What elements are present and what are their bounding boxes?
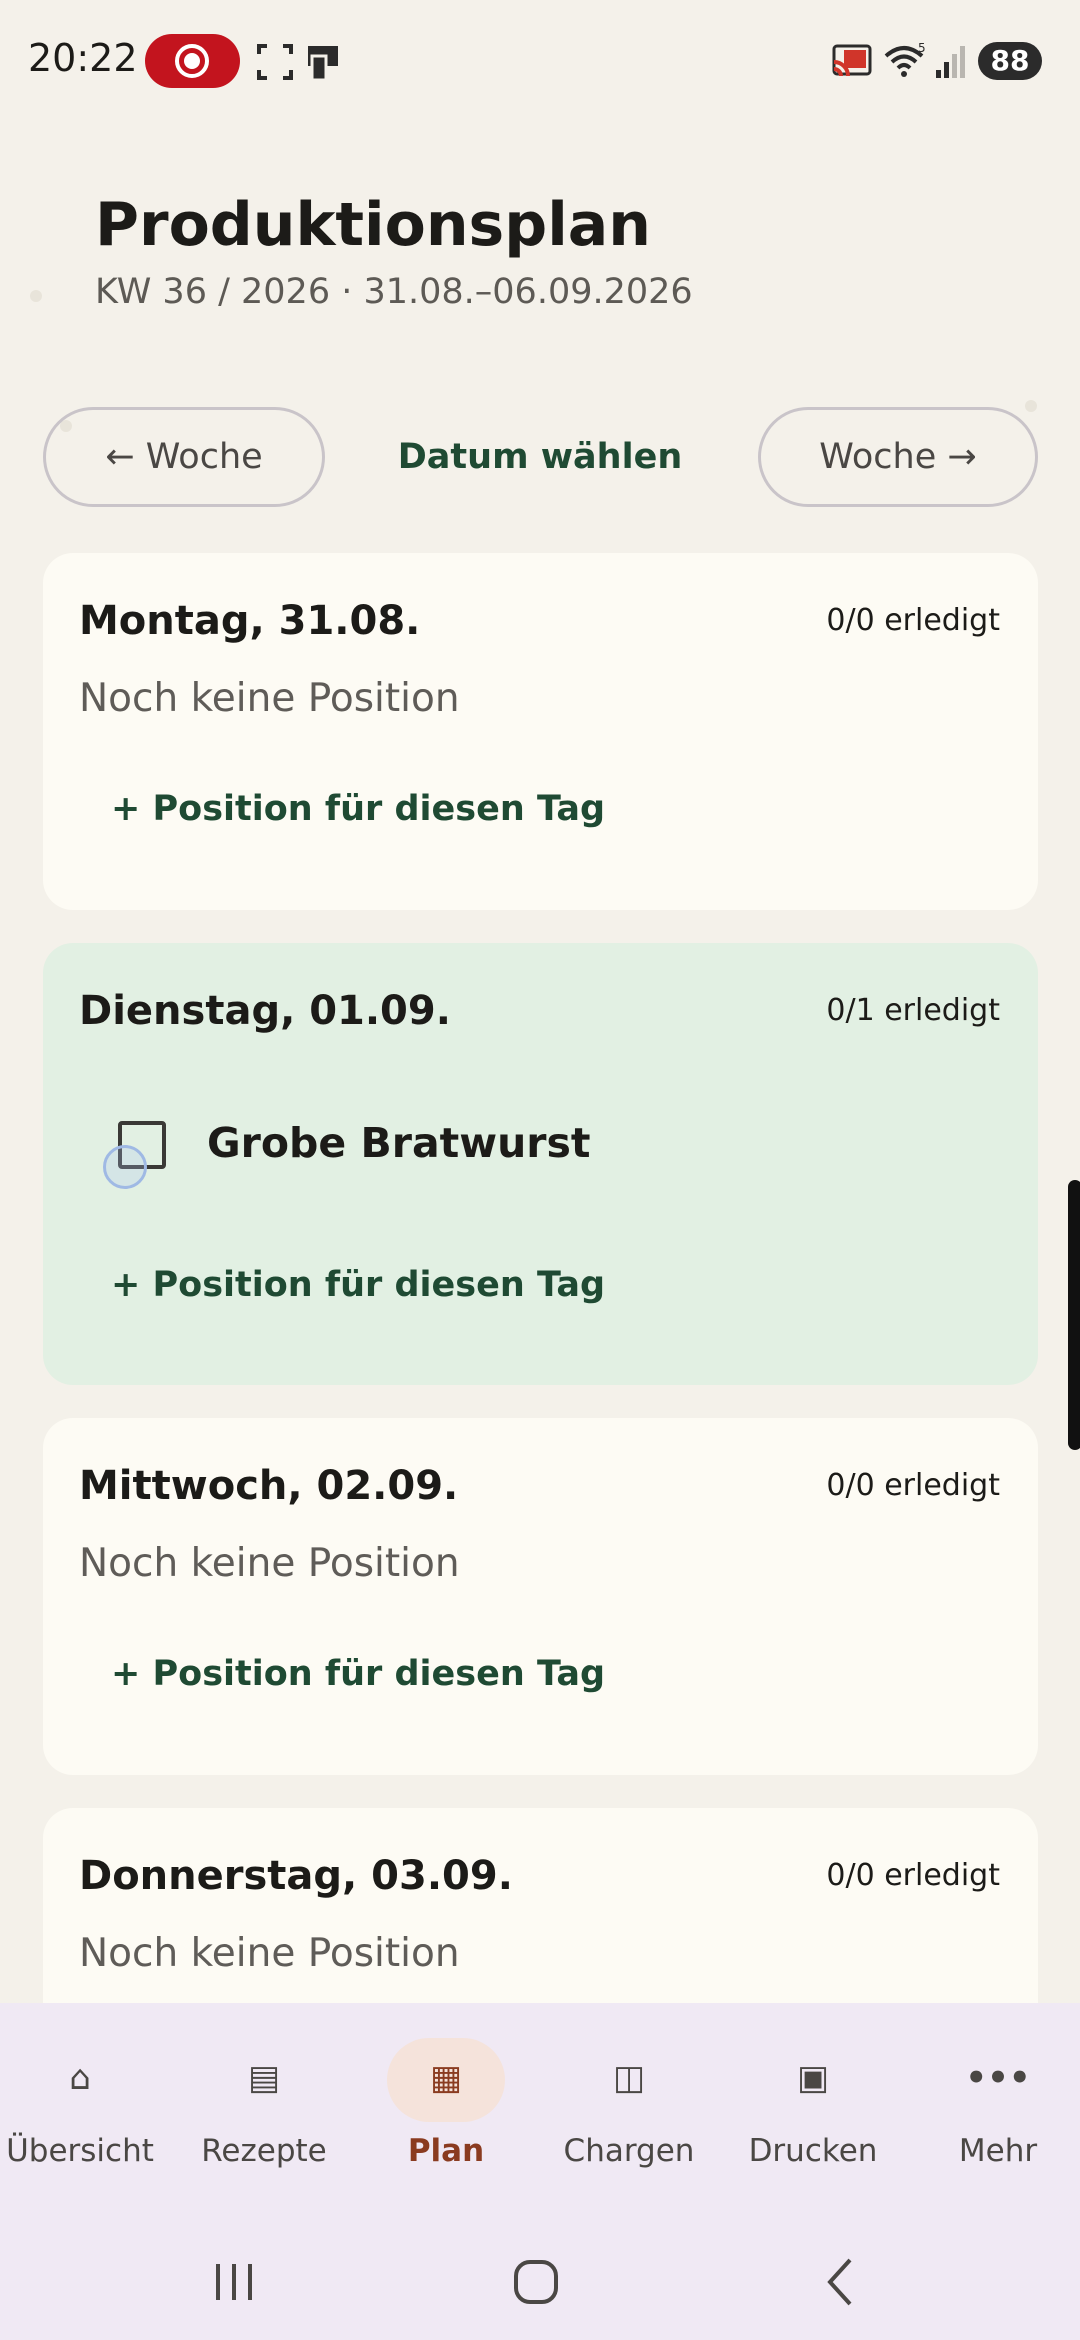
touch-indicator [103, 1145, 147, 1189]
wifi-icon: 5 [884, 42, 926, 77]
system-navigation-bar [0, 2220, 1080, 2340]
day-progress-count: 0/1 erledigt [826, 993, 1000, 1028]
nav-label: Übersicht [6, 2133, 154, 2169]
device-icon [308, 46, 338, 82]
page-subtitle: KW 36 / 2026 · 31.08.–06.09.2026 [95, 272, 693, 312]
day-progress-count: 0/0 erledigt [826, 1858, 1000, 1893]
more-icon: ••• [965, 2058, 1031, 2098]
add-position-button[interactable]: + Position für diesen Tag [111, 789, 605, 829]
add-position-button[interactable]: + Position für diesen Tag [111, 1654, 605, 1694]
edge-panel-handle[interactable] [1068, 1180, 1080, 1450]
day-title: Montag, 31.08. [79, 598, 421, 644]
recent-apps-icon[interactable] [210, 2250, 260, 2310]
nav-label: Plan [407, 2133, 485, 2169]
day-card: Mittwoch, 02.09. 0/0 erledigt Noch keine… [43, 1418, 1038, 1775]
calendar-grid-icon: ▦ [429, 2058, 463, 2098]
position-item[interactable]: Grobe Bratwurst [73, 1103, 773, 1189]
nav-label: Drucken [748, 2133, 878, 2169]
nav-item-plan[interactable]: ▦ Plan [354, 2038, 538, 2169]
pick-date-button[interactable]: Datum wählen [380, 407, 700, 507]
nav-item-more[interactable]: ••• Mehr [906, 2038, 1080, 2169]
day-title: Mittwoch, 02.09. [79, 1463, 459, 1509]
print-icon: ▣ [796, 2058, 830, 2098]
next-week-button[interactable]: Woche → [758, 407, 1038, 507]
signal-icon [936, 46, 965, 78]
day-title: Dienstag, 01.09. [79, 988, 451, 1034]
screen-record-icon[interactable] [145, 34, 240, 88]
svg-text:5: 5 [918, 42, 926, 55]
nav-item-overview[interactable]: ⌂ Übersicht [0, 2038, 172, 2169]
home-icon: ⌂ [69, 2058, 91, 2098]
nav-item-print[interactable]: ▣ Drucken [721, 2038, 905, 2169]
nav-item-recipes[interactable]: ▤ Rezepte [172, 2038, 356, 2169]
back-icon[interactable] [820, 2250, 860, 2310]
home-button-icon[interactable] [510, 2250, 564, 2310]
status-time: 20:22 [28, 36, 138, 80]
battery-icon: 88 [978, 42, 1042, 80]
day-progress-count: 0/0 erledigt [826, 1468, 1000, 1503]
nav-label: Mehr [958, 2133, 1038, 2169]
cast-icon [832, 44, 872, 77]
day-title: Donnerstag, 03.09. [79, 1853, 513, 1899]
status-bar: 20:22 5 88 [0, 0, 1080, 120]
day-card: Montag, 31.08. 0/0 erledigt Noch keine P… [43, 553, 1038, 910]
screenshot-frame-icon [257, 44, 293, 80]
nav-label: Rezepte [201, 2133, 327, 2169]
position-name: Grobe Bratwurst [207, 1119, 591, 1167]
day-progress-count: 0/0 erledigt [826, 603, 1000, 638]
add-position-button[interactable]: + Position für diesen Tag [111, 1265, 605, 1305]
empty-day-text: Noch keine Position [79, 1931, 460, 1976]
decor-dot [30, 290, 42, 302]
previous-week-button[interactable]: ← Woche [43, 407, 325, 507]
page-title: Produktionsplan [95, 190, 651, 260]
decor-dot [1025, 400, 1037, 412]
nav-item-batches[interactable]: ◫ Chargen [537, 2038, 721, 2169]
list-icon: ▤ [247, 2058, 281, 2098]
empty-day-text: Noch keine Position [79, 1541, 460, 1586]
empty-day-text: Noch keine Position [79, 676, 460, 721]
day-card-today: Dienstag, 01.09. 0/1 erledigt Grobe Brat… [43, 943, 1038, 1385]
batch-icon: ◫ [612, 2058, 646, 2098]
nav-label: Chargen [563, 2133, 695, 2169]
